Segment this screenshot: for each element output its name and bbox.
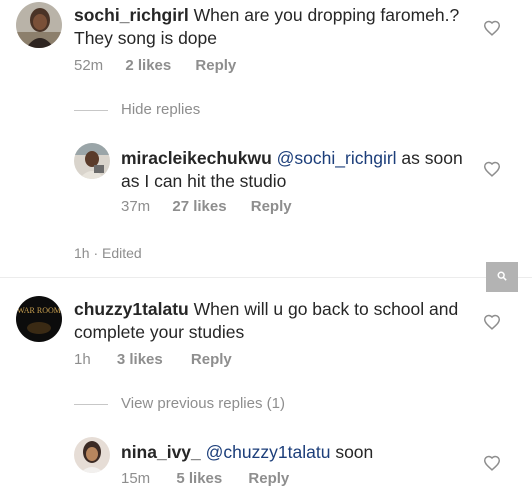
edited-label: 1h · Edited — [74, 248, 142, 261]
reply-time: 15m — [121, 470, 151, 487]
reply-username[interactable]: nina_ivy_ — [121, 442, 201, 462]
avatar-text: WAR ROOM — [17, 306, 61, 315]
avatar-chuzzy1talatu[interactable]: WAR ROOM — [16, 296, 62, 342]
reply-button[interactable]: Reply — [251, 198, 292, 215]
comment-body-line2: complete your studies — [74, 322, 245, 342]
reply-body-line2: as I can hit the studio — [121, 171, 287, 191]
comment-username[interactable]: chuzzy1talatu — [74, 299, 189, 319]
reply-username[interactable]: miracleikechukwu — [121, 148, 272, 168]
heart-icon[interactable] — [483, 455, 501, 471]
heart-icon[interactable] — [483, 314, 501, 330]
reply-body: soon — [335, 442, 374, 462]
heart-icon[interactable] — [483, 20, 501, 36]
reply-time: 37m — [121, 198, 151, 215]
avatar-miracleikechukwu[interactable] — [74, 143, 110, 179]
hide-replies-button[interactable]: Hide replies — [121, 101, 200, 118]
comment-time: 52m — [74, 57, 104, 74]
avatar-nina-ivy[interactable] — [74, 437, 110, 473]
heart-icon[interactable] — [483, 161, 501, 177]
search-button[interactable] — [486, 262, 518, 292]
comment-body: When are you dropping faromeh.? — [193, 5, 460, 25]
reply-meta: 37m 27 likes Reply — [121, 198, 421, 216]
comment-body-line2: They song is dope — [74, 28, 218, 48]
likes-count[interactable]: 3 likes — [117, 351, 163, 368]
comment-meta: 52m 2 likes Reply — [74, 57, 374, 75]
comment-meta: 1h 3 likes Reply — [74, 351, 374, 369]
comment-time: 1h — [74, 351, 91, 368]
mention-link[interactable]: @sochi_richgirl — [277, 148, 397, 168]
likes-count[interactable]: 2 likes — [125, 57, 171, 74]
divider — [0, 277, 532, 278]
view-previous-replies-button[interactable]: View previous replies (1) — [121, 395, 285, 412]
reply-button[interactable]: Reply — [248, 470, 289, 487]
reply-body: as soon — [401, 148, 463, 168]
replies-toggle-line — [74, 404, 108, 405]
search-icon — [497, 268, 507, 286]
likes-count[interactable]: 27 likes — [172, 198, 226, 215]
likes-count[interactable]: 5 likes — [176, 470, 222, 487]
reply-meta: 15m 5 likes Reply — [121, 470, 421, 488]
mention-link[interactable]: @chuzzy1talatu — [206, 442, 331, 462]
replies-toggle-line — [74, 110, 108, 111]
reply-button[interactable]: Reply — [191, 351, 232, 368]
comment-text: chuzzy1talatu When will u go back to sch… — [74, 298, 474, 344]
reply-button[interactable]: Reply — [195, 57, 236, 74]
reply-text: nina_ivy_ @chuzzy1talatu soon — [121, 441, 481, 464]
comment-body: When will u go back to school and — [193, 299, 459, 319]
edited-clip: 1h · Edited — [74, 248, 194, 261]
comment-text: sochi_richgirl When are you dropping far… — [74, 4, 474, 50]
reply-text: miracleikechukwu @sochi_richgirl as soon… — [121, 147, 481, 193]
avatar-sochi-richgirl[interactable] — [16, 2, 62, 48]
comment-username[interactable]: sochi_richgirl — [74, 5, 189, 25]
